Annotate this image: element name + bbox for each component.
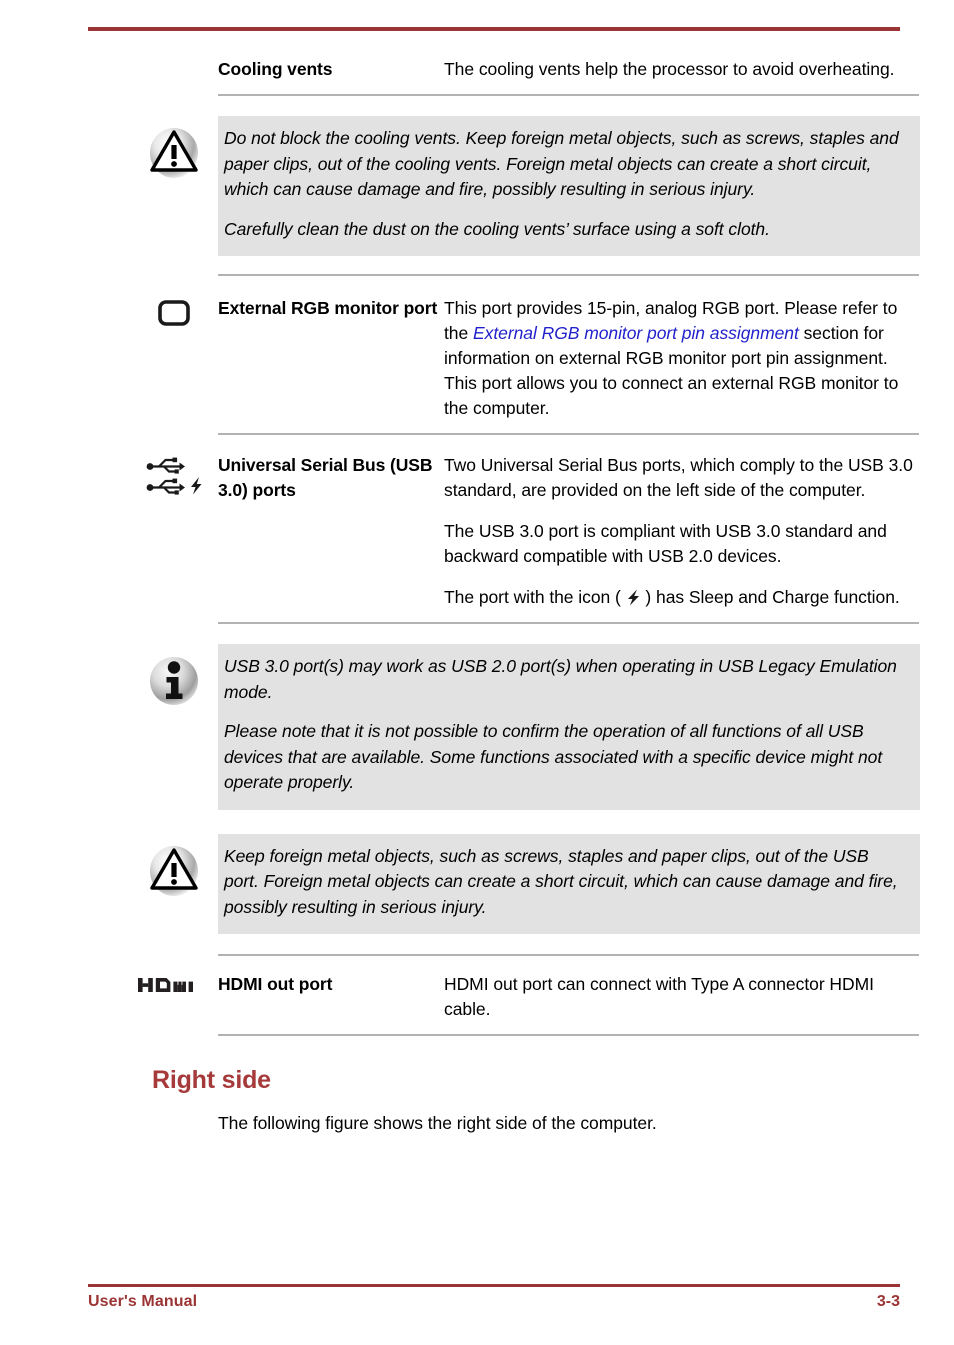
page-title-right-side: Right side — [152, 1066, 271, 1094]
desc-external-rgb-monitor-port: This port provides 15-pin, analog RGB po… — [444, 294, 920, 421]
callout-body: Keep foreign metal objects, such as scre… — [218, 833, 920, 934]
callout-paragraph: Do not block the cooling vents. Keep for… — [224, 128, 899, 199]
hdmi-logo-graphic — [138, 978, 193, 992]
callout-body: Do not block the cooling vents. Keep for… — [218, 116, 920, 256]
desc-paragraph: This port provides 15-pin, analog RGB po… — [444, 296, 920, 421]
term-usb-30-ports: Universal Serial Bus (USB 3.0) ports — [218, 455, 433, 500]
info-icon-graphic — [150, 657, 198, 705]
desc-paragraph: HDMI out port can connect with Type A co… — [444, 974, 874, 1019]
warning-icon-graphic — [150, 845, 198, 896]
desc-cooling-vents: The cooling vents help the processor to … — [444, 55, 920, 82]
spec-row-cooling-vents: Cooling vents The cooling vents help the… — [130, 55, 920, 82]
warning-icon — [130, 116, 218, 180]
callout-body: USB 3.0 port(s) may work as USB 2.0 port… — [218, 644, 920, 810]
row-icon-placeholder — [130, 55, 218, 59]
sleep-charge-text-after: ) has Sleep and Charge function. — [640, 587, 900, 607]
usb-icon-group — [130, 451, 218, 495]
info-icon — [130, 644, 218, 708]
callout-usb-port-warning: Keep foreign metal objects, such as scre… — [130, 833, 920, 934]
header-rule — [88, 27, 900, 31]
term-external-rgb-monitor-port: External RGB monitor port — [218, 298, 438, 318]
footer-manual-label: User's Manual — [88, 1293, 198, 1310]
desc-hdmi-out-port: HDMI out port can connect with Type A co… — [444, 970, 920, 1022]
monitor-icon-graphic — [158, 300, 190, 326]
footer-page-number: 3-3 — [876, 1293, 900, 1310]
callout-paragraph: Carefully clean the dust on the cooling … — [224, 218, 770, 239]
desc-paragraph: The cooling vents help the processor to … — [444, 59, 895, 79]
spec-row-external-rgb-monitor-port: External RGB monitor port This port prov… — [130, 294, 920, 421]
desc-paragraph: Two Universal Serial Bus ports, which co… — [444, 455, 913, 500]
callout-paragraph: Keep foreign metal objects, such as scre… — [224, 845, 898, 917]
warning-icon — [130, 834, 218, 898]
manual-page: Cooling vents The cooling vents help the… — [0, 0, 954, 1345]
footer-rule — [88, 1284, 900, 1287]
hdmi-logo-icon — [130, 970, 218, 996]
desc-paragraph: The USB 3.0 port is compliant with USB 3… — [444, 521, 887, 566]
callout-paragraph: Please note that it is not possible to c… — [224, 721, 883, 792]
spec-row-hdmi-out-port: HDMI out port HDMI out port can connect … — [130, 970, 920, 1022]
warning-icon-graphic — [150, 128, 198, 178]
usb-sleep-charge-icon — [146, 477, 202, 495]
page-content: Cooling vents The cooling vents help the… — [130, 55, 920, 1136]
callout-paragraph: USB 3.0 port(s) may work as USB 2.0 port… — [224, 656, 897, 702]
link-external-rgb-monitor-port-pin-assignment[interactable]: External RGB monitor port pin assignment — [473, 323, 799, 343]
monitor-icon — [130, 294, 218, 328]
term-cooling-vents: Cooling vents — [218, 59, 333, 79]
desc-paragraph-sleep-charge: The port with the icon ( ) has Sleep and… — [444, 585, 920, 610]
callout-cooling-vents-warning: Do not block the cooling vents. Keep for… — [130, 116, 920, 256]
section-paragraph: The following figure shows the right sid… — [218, 1113, 657, 1133]
spec-row-usb-30-ports: Universal Serial Bus (USB 3.0) ports Two… — [130, 451, 920, 610]
desc-usb-30-ports: Two Universal Serial Bus ports, which co… — [444, 451, 920, 610]
usb-icon — [146, 457, 185, 474]
sleep-charge-text-before: The port with the icon ( — [444, 587, 626, 607]
term-hdmi-out-port: HDMI out port — [218, 974, 333, 994]
lightning-bolt-icon — [627, 589, 639, 606]
callout-usb-legacy-info: USB 3.0 port(s) may work as USB 2.0 port… — [130, 644, 920, 810]
